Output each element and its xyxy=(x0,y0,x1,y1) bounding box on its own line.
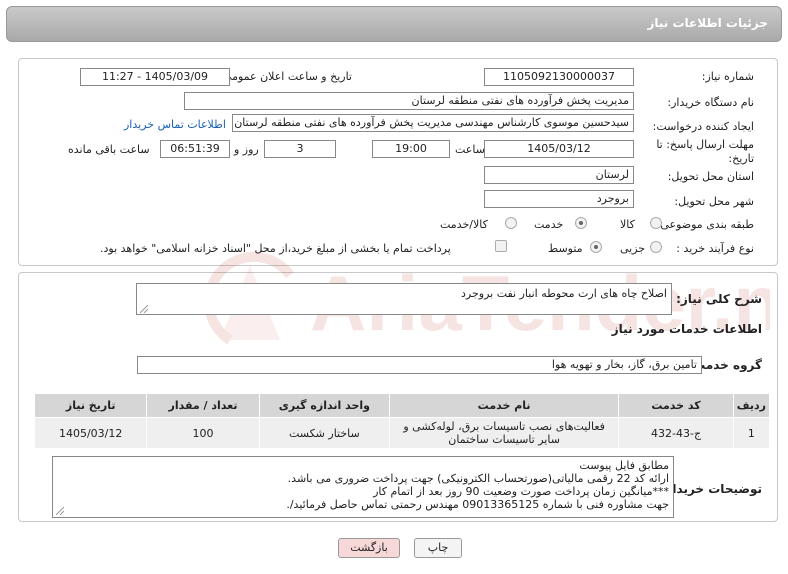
remaining-time-field: 06:51:39 xyxy=(160,140,230,158)
back-button[interactable]: بازگشت xyxy=(338,538,400,558)
deadline-time-label: ساعت xyxy=(455,143,485,156)
category-radio-goods-service[interactable] xyxy=(505,217,517,229)
resize-handle-icon[interactable] xyxy=(140,305,148,313)
buyer-note-line: ***میانگین زمان پرداخت صورت وضعیت 90 روز… xyxy=(373,485,669,498)
col-qty: تعداد / مقدار xyxy=(146,393,260,418)
cell-row: 1 xyxy=(732,417,771,449)
summary-field: اصلاح چاه های ارت محوطه انبار نفت بروجرد xyxy=(136,283,672,315)
category-label: طبقه بندی موضوعی: xyxy=(656,218,754,231)
col-unit: واحد اندازه گیری xyxy=(258,393,391,418)
buyer-org-field: مدیریت پخش فرآورده های نفتی منطقه لرستان xyxy=(184,92,634,110)
purchase-option-minor: جزیی xyxy=(620,242,646,255)
col-code: کد خدمت xyxy=(618,393,734,418)
remaining-label: ساعت باقی مانده xyxy=(68,143,150,156)
buyer-notes-label: توضیحات خریدار: xyxy=(660,482,762,496)
purchase-radio-medium[interactable] xyxy=(590,241,602,253)
purchase-option-medium: متوسط xyxy=(548,242,583,255)
table-row: 1 ج-43-432 فعالیت‌های نصب تاسیسات برق، ل… xyxy=(33,417,771,449)
col-date: تاریخ نیاز xyxy=(33,393,148,418)
service-group-field: تامین برق، گاز، بخار و تهویه هوا xyxy=(137,356,702,374)
announce-label: تاریخ و ساعت اعلان عمومی: xyxy=(219,70,352,83)
payment-checkbox[interactable] xyxy=(495,240,507,252)
summary-text: اصلاح چاه های ارت محوطه انبار نفت بروجرد xyxy=(460,287,667,300)
page-title: جزئیات اطلاعات نیاز xyxy=(647,16,768,30)
buyer-note-line: جهت مشاوره فنی با شماره 09013365125 مهند… xyxy=(286,498,669,511)
buyer-note-line: ارائه کد 22 رقمی مالیاتی(صورتحساب الکترو… xyxy=(287,472,669,485)
buyer-org-label: نام دستگاه خریدار: xyxy=(667,96,754,109)
print-button[interactable]: چاپ xyxy=(414,538,462,558)
days-field: 3 xyxy=(264,140,336,158)
cell-date: 1405/03/12 xyxy=(33,417,148,449)
table-header-row: ردیف کد خدمت نام خدمت واحد اندازه گیری ت… xyxy=(33,393,771,418)
category-option-service: خدمت xyxy=(534,218,564,231)
buyer-notes-field: مطابق فایل پیوست ارائه کد 22 رقمی مالیات… xyxy=(52,456,674,518)
buyer-note-line: مطابق فایل پیوست xyxy=(579,459,669,472)
col-name: نام خدمت xyxy=(389,393,620,418)
notes-resize-handle-icon[interactable] xyxy=(56,507,64,515)
contact-buyer-link[interactable]: اطلاعات تماس خریدار xyxy=(124,118,226,131)
deadline-label: مهلت ارسال پاسخ: تا تاریخ: xyxy=(656,138,754,165)
category-option-goods-service: کالا/خدمت xyxy=(440,218,488,231)
purchase-type-label: نوع فرآیند خرید : xyxy=(676,242,754,255)
province-field: لرستان xyxy=(484,166,634,184)
category-radio-service[interactable] xyxy=(575,217,587,229)
creator-label: ایجاد کننده درخواست: xyxy=(652,120,754,133)
category-radio-goods[interactable] xyxy=(650,217,662,229)
need-number-field: 1105092130000037 xyxy=(484,68,634,86)
cell-qty: 100 xyxy=(146,417,260,449)
col-row: ردیف xyxy=(732,393,771,418)
summary-label: شرح کلی نیاز: xyxy=(676,292,762,306)
deadline-date-field: 1405/03/12 xyxy=(484,140,634,158)
creator-field: سیدحسین موسوی کارشناس مهندسی مدیریت پخش … xyxy=(232,114,634,132)
city-label: شهر محل تحویل: xyxy=(674,195,754,208)
cell-unit: ساختار شکست xyxy=(258,417,391,449)
purchase-radio-minor[interactable] xyxy=(650,241,662,253)
category-option-goods: کالا xyxy=(620,218,635,231)
cell-code: ج-43-432 xyxy=(618,417,734,449)
services-table: ردیف کد خدمت نام خدمت واحد اندازه گیری ت… xyxy=(33,393,771,449)
deadline-time-field: 19:00 xyxy=(372,140,450,158)
city-field: بروجرد xyxy=(484,190,634,208)
need-number-label: شماره نیاز: xyxy=(701,70,754,83)
services-section-title: اطلاعات خدمات مورد نیاز xyxy=(611,322,762,336)
province-label: استان محل تحویل: xyxy=(667,170,754,183)
payment-note: پرداخت تمام یا بخشی از مبلغ خرید،از محل … xyxy=(100,242,451,255)
days-label: روز و xyxy=(234,143,259,156)
cell-name: فعالیت‌های نصب تاسیسات برق، لوله‌کشی و س… xyxy=(389,417,620,449)
announce-field: 1405/03/09 - 11:27 xyxy=(80,68,230,86)
